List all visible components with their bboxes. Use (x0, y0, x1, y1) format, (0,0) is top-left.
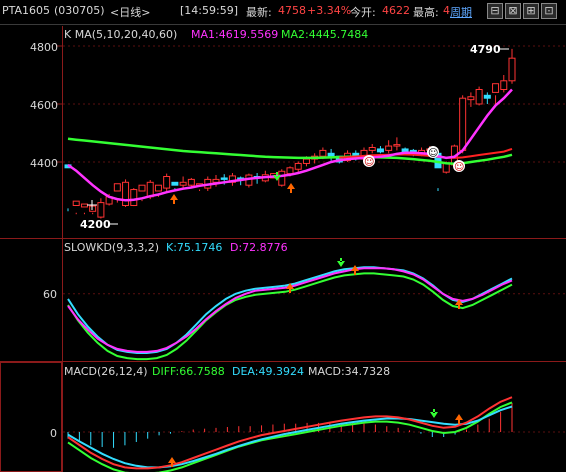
kline-title: K MA(5,10,20,40,60) (64, 28, 177, 41)
macd-green-line (67, 401, 513, 472)
candle-body (368, 147, 376, 151)
high-price-label: 4790 (470, 43, 501, 56)
candle-body (393, 144, 401, 147)
diff-label: DIFF:66.7588 (152, 365, 225, 378)
candle-body (130, 189, 138, 207)
candle-body (220, 177, 228, 180)
candle-body (459, 97, 467, 151)
candlesticks (64, 48, 516, 219)
candle-body (278, 170, 286, 186)
candle-body (138, 184, 146, 192)
candle-body (179, 181, 187, 186)
smiley-glyph: ☺ (364, 157, 374, 168)
candle-body (385, 145, 393, 151)
kd-title: SLOWKD(9,3,3,2) (64, 241, 159, 254)
macd-histogram (67, 402, 513, 448)
smiley-glyph: ☺ (428, 148, 438, 159)
candle-body (475, 89, 483, 105)
up-arrow-icon (287, 183, 295, 193)
candle-body (294, 162, 302, 170)
k-label: K:75.1746 (166, 241, 222, 254)
up-arrow-icon (170, 194, 178, 204)
d-label: D:72.8776 (230, 241, 288, 254)
macd-lines (67, 396, 513, 472)
candle-body (122, 181, 130, 207)
candle-body (286, 167, 294, 175)
candle-body (72, 200, 80, 206)
ma2-label: MA2:4445.7484 (281, 28, 368, 41)
ma1-label: MA1:4619.5569 (191, 28, 278, 41)
y-tick-4800: 4800 (30, 41, 58, 54)
candle-body (442, 162, 450, 173)
candle-body (319, 149, 327, 157)
candle-body (483, 94, 491, 99)
candle-body (80, 203, 88, 208)
candle-body (500, 80, 508, 91)
macd-y-tick-0: 0 (50, 427, 57, 440)
d-line (67, 267, 513, 353)
y-tick-4600: 4600 (30, 99, 58, 112)
candle-body (302, 158, 310, 164)
candle-body (113, 183, 121, 192)
candle-body (212, 178, 220, 183)
candle-body (376, 148, 384, 153)
candle-body (97, 202, 105, 218)
down-arrow-icon (337, 258, 345, 267)
k-line (67, 266, 513, 354)
candle-body (492, 83, 500, 93)
dea-label: DEA:49.3924 (232, 365, 304, 378)
moving-averages (67, 88, 513, 202)
macd-value-label: MACD:34.7328 (308, 365, 390, 378)
up-arrow-icon (455, 414, 463, 424)
low-price-label: 4200 (80, 218, 111, 231)
smiley-glyph: ☺ (454, 162, 464, 173)
ma2-line (67, 137, 513, 165)
high-annotation: 4790 (470, 43, 509, 56)
chart-canvas[interactable]: K MA(5,10,20,40,60) MA1:4619.5569 MA2:44… (0, 0, 566, 472)
macd-title: MACD(26,12,4) (64, 365, 148, 378)
kd-lines (67, 266, 513, 361)
candle-body (327, 152, 335, 157)
candle-body (163, 176, 171, 189)
candle-body (467, 96, 475, 101)
macd-axis-box (0, 362, 62, 472)
candle-body (508, 57, 516, 82)
dea-line (67, 405, 513, 469)
candle-body (89, 205, 97, 212)
y-tick-4400: 4400 (30, 157, 58, 170)
stock-chart-window: PTA1605 (030705) <日线> [14:59:59] 最新: 475… (0, 0, 566, 472)
candle-body (187, 178, 195, 186)
candle-body (401, 148, 409, 153)
candle-body (171, 181, 179, 186)
down-arrow-icon (430, 409, 438, 418)
kd-y-tick-60: 60 (43, 288, 57, 301)
candle-body (154, 184, 162, 192)
